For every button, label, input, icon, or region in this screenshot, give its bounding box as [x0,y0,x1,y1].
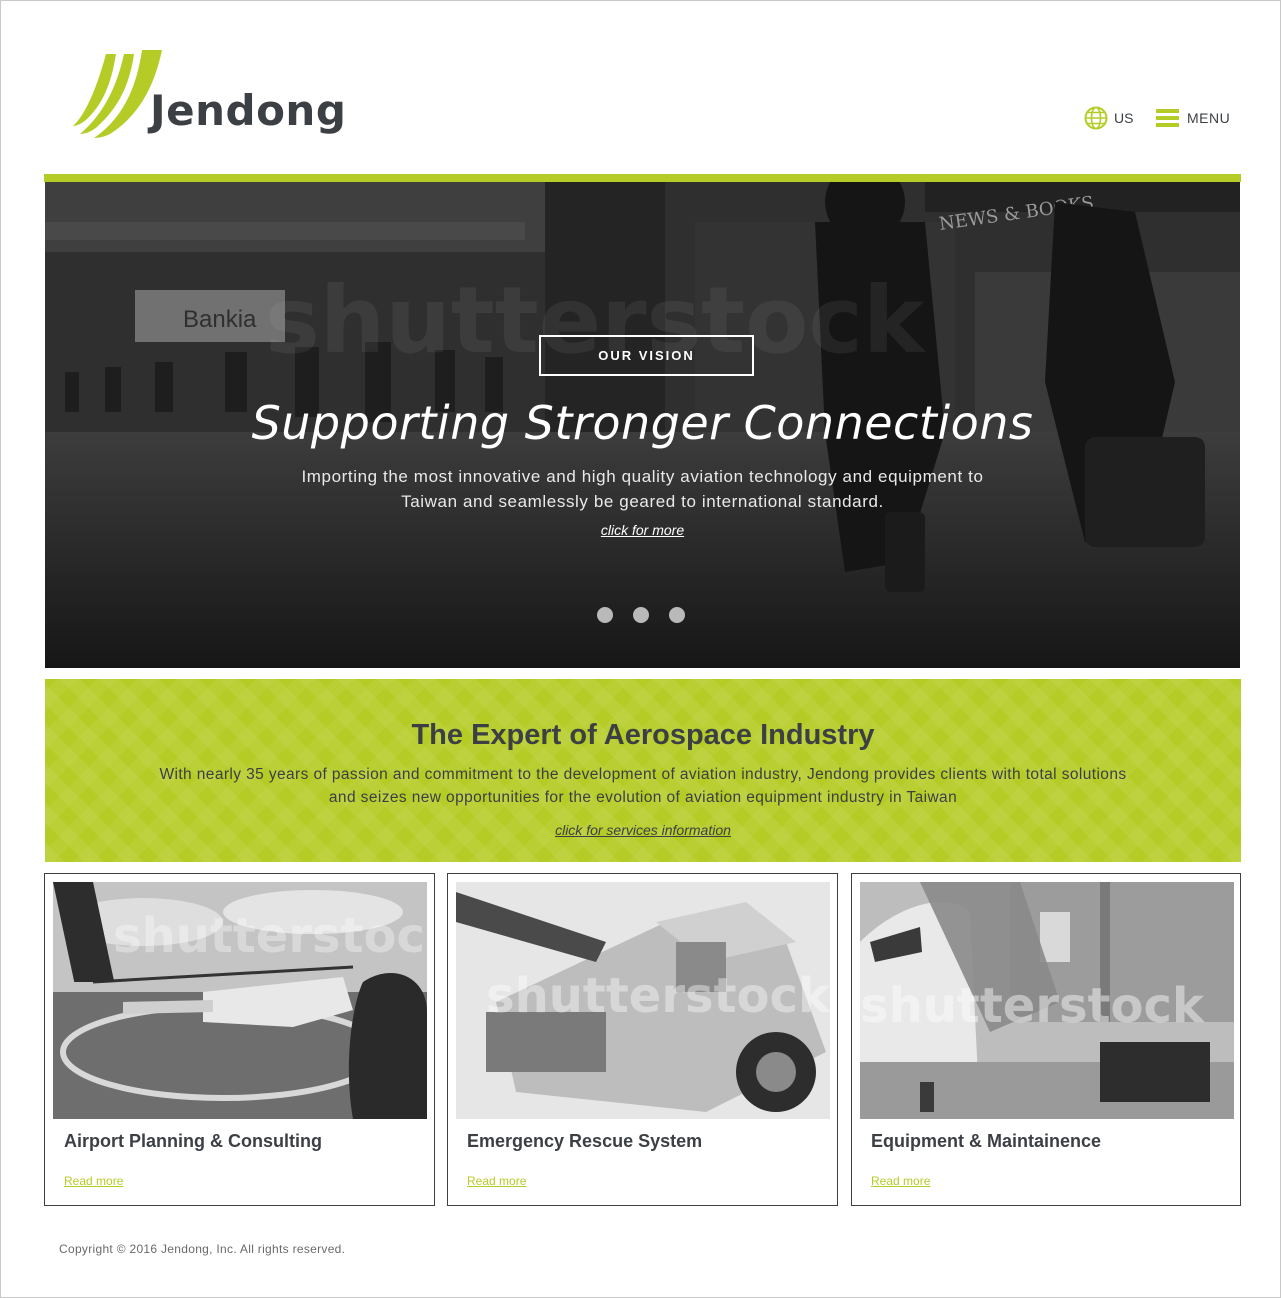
expert-band: The Expert of Aerospace Industry With ne… [45,679,1241,862]
logo[interactable]: Jendong [72,48,346,138]
hero-more-link[interactable]: click for more [45,522,1240,538]
service-card-emergency-rescue[interactable]: shutterstock Emergency Rescue System Rea… [447,873,838,1206]
logo-mark-icon [73,50,162,138]
slide-dot-3[interactable] [669,607,685,623]
rescue-vehicle-photo: shutterstock [456,882,830,1119]
band-title: The Expert of Aerospace Industry [411,719,875,751]
service-title: Emergency Rescue System [467,1131,703,1151]
read-more-link[interactable]: Read more [64,1174,123,1188]
card-watermark-3: shutterstock [860,978,1205,1034]
language-selector[interactable]: US [1084,106,1133,130]
brand-name: Jendong [150,86,347,135]
service-title: Airport Planning & Consulting [64,1131,322,1151]
read-more-link[interactable]: Read more [467,1174,526,1188]
menu-label: MENU [1187,110,1231,126]
language-label: US [1114,110,1134,126]
slide-dot-1[interactable] [597,607,613,623]
read-more-link[interactable]: Read more [871,1174,930,1188]
hero-banner: Bankia NEWS & BOOKS shutterstock OUR VIS… [45,182,1240,668]
card-watermark-1: shutterstock [113,908,427,964]
services-info-link[interactable]: click for services information [45,822,1241,838]
band-description: With nearly 35 years of passion and comm… [159,766,1127,806]
card-watermark-2: shutterstock [486,968,830,1024]
hamburger-icon [1156,108,1179,128]
service-card-airport-planning[interactable]: shutterstock Airport Planning & Consulti… [44,873,435,1206]
service-title: Equipment & Maintainence [871,1131,1102,1151]
menu-button[interactable]: MENU [1156,106,1230,130]
hero-description: Importing the most innovative and high q… [301,467,984,511]
hero-accent-bar [44,174,1241,182]
slide-dot-2[interactable] [633,607,649,623]
service-card-equipment-maintenance[interactable]: shutterstock Equipment & Maintainence Re… [851,873,1241,1206]
airplane-jet-bridge-photo: shutterstock [860,882,1234,1119]
our-vision-button[interactable]: OUR VISION [539,335,754,376]
hero-title: Supporting Stronger Connections [251,396,1034,450]
copyright: Copyright © 2016 Jendong, Inc. All right… [59,1242,346,1256]
slide-indicators [597,607,685,623]
helicopter-photo: shutterstock [53,882,427,1119]
globe-icon [1084,106,1108,130]
